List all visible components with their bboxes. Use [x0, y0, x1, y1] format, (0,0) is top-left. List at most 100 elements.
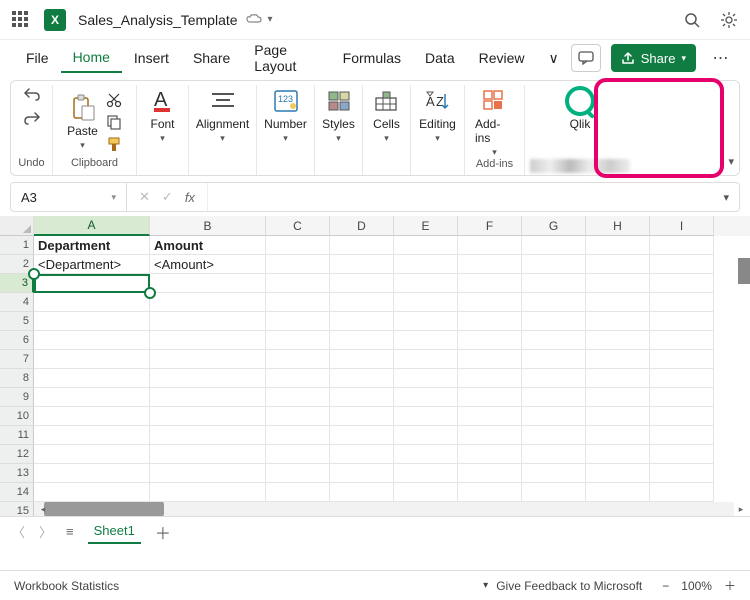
cell[interactable]	[266, 426, 330, 445]
cell[interactable]	[266, 293, 330, 312]
cell[interactable]	[330, 426, 394, 445]
cell[interactable]	[522, 350, 586, 369]
cell[interactable]	[586, 350, 650, 369]
cell[interactable]	[458, 331, 522, 350]
cell[interactable]	[586, 255, 650, 274]
cell[interactable]	[650, 350, 714, 369]
cell[interactable]	[458, 388, 522, 407]
scroll-right-icon[interactable]: ▸	[734, 502, 748, 516]
cell[interactable]	[458, 236, 522, 255]
settings-gear-icon[interactable]	[720, 11, 738, 29]
row-header[interactable]: 1	[0, 236, 34, 255]
cut-button[interactable]	[106, 92, 122, 108]
cell[interactable]	[458, 483, 522, 502]
cell[interactable]	[522, 331, 586, 350]
cell[interactable]	[458, 369, 522, 388]
status-dropdown-icon[interactable]: ▾	[483, 580, 488, 591]
qlik-addin-button[interactable]: Qlik	[565, 87, 595, 131]
row-header[interactable]: 6	[0, 331, 34, 350]
row-header[interactable]: 13	[0, 464, 34, 483]
format-painter-button[interactable]	[106, 136, 122, 152]
cell[interactable]	[522, 312, 586, 331]
column-header-F[interactable]: F	[458, 216, 522, 236]
cell[interactable]	[650, 312, 714, 331]
cell[interactable]	[650, 236, 714, 255]
cell[interactable]	[586, 483, 650, 502]
cell[interactable]: Department	[34, 236, 150, 255]
cell[interactable]	[394, 369, 458, 388]
cell[interactable]	[522, 236, 586, 255]
cell[interactable]: <Amount>	[150, 255, 266, 274]
cell[interactable]	[650, 293, 714, 312]
cell[interactable]	[650, 483, 714, 502]
cell[interactable]	[266, 464, 330, 483]
cell[interactable]	[394, 407, 458, 426]
formula-expand-icon[interactable]: ▾	[713, 191, 739, 204]
more-menu-button[interactable]: ⋯	[706, 44, 736, 72]
add-sheet-button[interactable]: ＋	[155, 520, 171, 544]
cell[interactable]	[586, 293, 650, 312]
cell[interactable]	[266, 350, 330, 369]
row-header[interactable]: 15	[0, 502, 34, 516]
cell[interactable]	[394, 426, 458, 445]
column-header-C[interactable]: C	[266, 216, 330, 236]
cell[interactable]	[394, 293, 458, 312]
cell[interactable]	[34, 388, 150, 407]
cell[interactable]	[150, 445, 266, 464]
all-sheets-icon[interactable]: ≡	[66, 524, 74, 539]
cell[interactable]	[34, 464, 150, 483]
cell[interactable]	[150, 312, 266, 331]
row-header[interactable]: 9	[0, 388, 34, 407]
cell[interactable]	[394, 388, 458, 407]
cell[interactable]	[522, 407, 586, 426]
addins-button[interactable]: Add-ins▾	[475, 87, 514, 158]
redo-button[interactable]	[23, 111, 41, 125]
cell[interactable]	[330, 407, 394, 426]
cell[interactable]	[394, 445, 458, 464]
cell[interactable]	[458, 274, 522, 293]
cell[interactable]	[458, 407, 522, 426]
cell[interactable]	[34, 274, 150, 293]
tab-data[interactable]: Data	[413, 44, 467, 72]
cell[interactable]	[330, 312, 394, 331]
cell[interactable]	[330, 331, 394, 350]
zoom-out-button[interactable]: −	[662, 579, 669, 593]
cell[interactable]	[394, 483, 458, 502]
cell[interactable]	[522, 388, 586, 407]
cell[interactable]	[458, 312, 522, 331]
cell[interactable]	[34, 350, 150, 369]
cell[interactable]	[522, 483, 586, 502]
cell[interactable]	[150, 369, 266, 388]
alignment-group-button[interactable]: Alignment▾	[196, 87, 249, 144]
editing-group-button[interactable]: AZ Editing▾	[419, 87, 456, 144]
cell[interactable]	[266, 407, 330, 426]
row-header[interactable]: 7	[0, 350, 34, 369]
tab-review[interactable]: Review	[467, 44, 537, 72]
cancel-formula-icon[interactable]: ✕	[139, 189, 150, 205]
cell[interactable]	[330, 464, 394, 483]
cell[interactable]	[522, 369, 586, 388]
cells-group-button[interactable]: Cells▾	[373, 87, 400, 144]
cell[interactable]	[586, 388, 650, 407]
font-group-button[interactable]: A Font▾	[150, 87, 174, 144]
cell[interactable]: <Department>	[34, 255, 150, 274]
cell[interactable]	[586, 426, 650, 445]
cell[interactable]	[34, 407, 150, 426]
search-icon[interactable]	[684, 12, 700, 28]
cell[interactable]	[586, 274, 650, 293]
tab-page-layout[interactable]: Page Layout	[242, 36, 330, 80]
select-all-corner[interactable]	[0, 216, 34, 236]
column-header-I[interactable]: I	[650, 216, 714, 236]
row-header[interactable]: 8	[0, 369, 34, 388]
sheet-tab-sheet1[interactable]: Sheet1	[88, 519, 141, 544]
cell[interactable]	[150, 464, 266, 483]
cell[interactable]	[586, 236, 650, 255]
cell[interactable]	[150, 388, 266, 407]
cell[interactable]	[34, 369, 150, 388]
sheet-next-icon[interactable]: 〉	[39, 522, 52, 541]
row-header[interactable]: 4	[0, 293, 34, 312]
tab-home[interactable]: Home	[61, 43, 122, 73]
cell[interactable]	[150, 483, 266, 502]
cell[interactable]	[650, 369, 714, 388]
vertical-scrollbar[interactable]	[738, 258, 750, 284]
